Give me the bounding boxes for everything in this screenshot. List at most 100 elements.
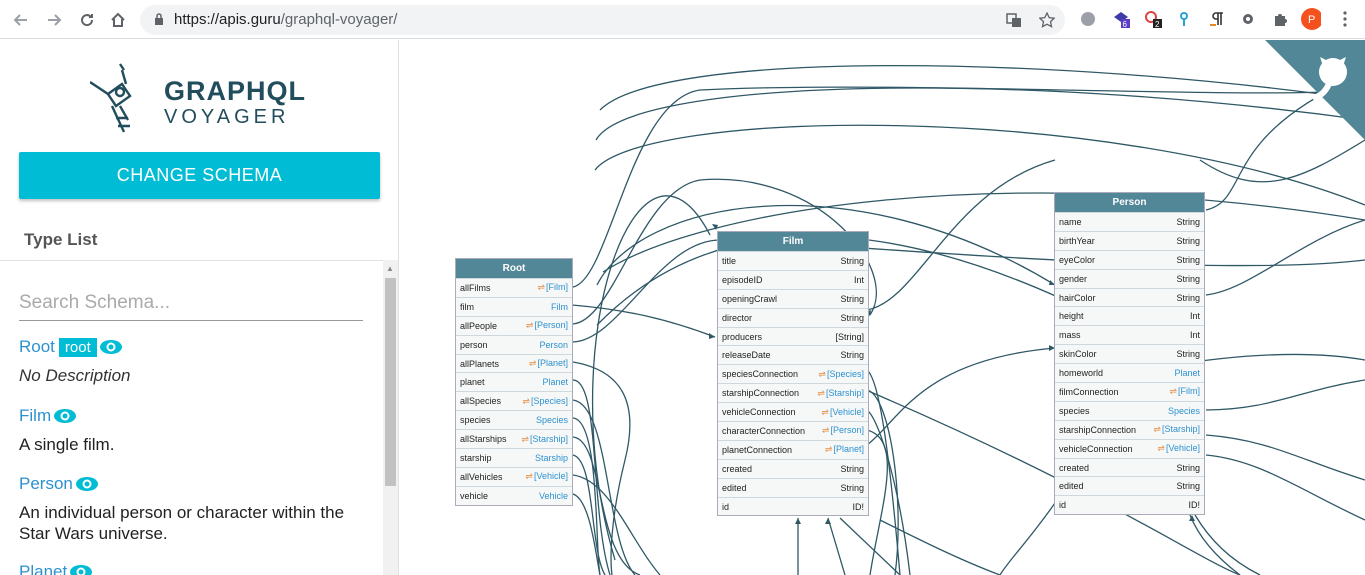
eye-icon[interactable] xyxy=(75,476,99,492)
field-type[interactable]: ⇌[Person] xyxy=(822,425,864,436)
field-row[interactable]: speciesConnection ⇌[Species] xyxy=(718,364,868,383)
field-type[interactable]: ⇌[Vehicle] xyxy=(525,471,568,482)
extension-puzzle-red-icon[interactable]: 2 xyxy=(1143,9,1163,29)
field-row[interactable]: edited String xyxy=(718,477,868,497)
field-row[interactable]: skinColor String xyxy=(1055,344,1204,363)
field-row[interactable]: mass Int xyxy=(1055,325,1204,344)
field-row[interactable]: hairColor String xyxy=(1055,287,1204,307)
scroll-up-icon[interactable]: ▲ xyxy=(386,264,394,273)
field-type[interactable]: ⇌[Film] xyxy=(1169,386,1200,397)
field-type[interactable]: ⇌[Planet] xyxy=(529,358,568,369)
field-row[interactable]: species Species xyxy=(1055,400,1204,420)
field-type[interactable]: ⇌[Planet] xyxy=(825,444,864,455)
field-type[interactable]: Film xyxy=(551,302,568,312)
field-row[interactable]: edited String xyxy=(1055,476,1204,495)
field-row[interactable]: episodeID Int xyxy=(718,269,868,289)
field-row[interactable]: species Species xyxy=(456,410,572,429)
extension-circle-icon[interactable] xyxy=(1078,9,1098,29)
type-name[interactable]: Person xyxy=(19,474,73,494)
type-name[interactable]: Planet xyxy=(19,562,67,575)
field-row[interactable]: allSpecies ⇌[Species] xyxy=(456,391,572,410)
field-row[interactable]: created String xyxy=(718,458,868,478)
field-type[interactable]: Planet xyxy=(1174,368,1200,378)
home-icon[interactable] xyxy=(106,8,130,32)
field-row[interactable]: height Int xyxy=(1055,306,1204,325)
type-item-root[interactable]: Root root No Description xyxy=(19,337,369,386)
field-row[interactable]: allPlanets ⇌[Planet] xyxy=(456,353,572,373)
field-row[interactable]: vehicle Vehicle xyxy=(456,485,572,505)
address-bar[interactable]: https://apis.guru/graphql-voyager/ xyxy=(140,5,1065,35)
search-schema-input[interactable] xyxy=(19,285,363,321)
extension-layers-icon[interactable]: 6 xyxy=(1111,9,1131,29)
field-type[interactable]: ⇌[Film] xyxy=(537,282,568,293)
field-type[interactable]: ⇌[Species] xyxy=(522,396,568,407)
field-type[interactable]: Person xyxy=(539,340,568,350)
extensions-puzzle-icon[interactable] xyxy=(1270,9,1290,29)
field-type[interactable]: Planet xyxy=(542,377,568,387)
forward-icon[interactable] xyxy=(42,8,66,32)
field-row[interactable]: planetConnection ⇌[Planet] xyxy=(718,439,868,459)
field-row[interactable]: starshipConnection ⇌[Starship] xyxy=(1055,419,1204,439)
field-type[interactable]: Vehicle xyxy=(539,491,568,501)
field-row[interactable]: film Film xyxy=(456,296,572,316)
field-row[interactable]: vehicleConnection ⇌[Vehicle] xyxy=(1055,438,1204,458)
field-row[interactable]: filmConnection ⇌[Film] xyxy=(1055,382,1204,401)
field-type[interactable]: ⇌[Starship] xyxy=(1153,424,1200,435)
field-row[interactable]: starshipConnection ⇌[Starship] xyxy=(718,383,868,402)
eye-icon[interactable] xyxy=(99,339,123,355)
eye-icon[interactable] xyxy=(53,408,77,424)
field-row[interactable]: openingCrawl String xyxy=(718,288,868,308)
type-name[interactable]: Film xyxy=(19,406,51,426)
field-row[interactable]: birthYear String xyxy=(1055,230,1204,250)
field-row[interactable]: starship Starship xyxy=(456,448,572,467)
field-row[interactable]: allStarships ⇌[Starship] xyxy=(456,429,572,448)
field-type[interactable]: Starship xyxy=(535,453,568,463)
field-row[interactable]: allFilms ⇌[Film] xyxy=(456,278,572,297)
graph-canvas[interactable]: Root allFilms ⇌[Film] film Film allPeople ⇌[P… xyxy=(400,40,1365,575)
field-row[interactable]: characterConnection ⇌[Person] xyxy=(718,421,868,440)
type-name[interactable]: Root xyxy=(19,337,55,357)
field-row[interactable]: person Person xyxy=(456,334,572,354)
node-person[interactable]: Person name String birthYear String eyeColor… xyxy=(1054,192,1205,516)
change-schema-button[interactable]: CHANGE SCHEMA xyxy=(19,152,380,199)
field-type[interactable]: ⇌[Vehicle] xyxy=(1157,443,1200,454)
type-item-planet[interactable]: Planet xyxy=(19,562,93,575)
menu-kebab-icon[interactable] xyxy=(1335,9,1355,29)
field-row[interactable]: director String xyxy=(718,307,868,327)
field-type[interactable]: Species xyxy=(536,415,568,425)
field-row[interactable]: created String xyxy=(1055,457,1204,477)
sidebar-scrollbar[interactable]: ▲ xyxy=(383,260,398,575)
translate-icon[interactable] xyxy=(1006,12,1022,28)
field-row[interactable]: homeworld Planet xyxy=(1055,363,1204,382)
field-row[interactable]: name String xyxy=(1055,212,1204,231)
github-corner-icon[interactable] xyxy=(1265,40,1365,140)
extension-pilcrow-icon[interactable] xyxy=(1207,9,1227,29)
field-row[interactable]: releaseDate String xyxy=(718,345,868,364)
extension-gear-icon[interactable] xyxy=(1238,9,1258,29)
field-row[interactable]: producers [String] xyxy=(718,326,868,346)
field-row[interactable]: vehicleConnection ⇌[Vehicle] xyxy=(718,402,868,421)
field-row[interactable]: eyeColor String xyxy=(1055,249,1204,269)
eye-icon[interactable] xyxy=(69,564,93,575)
reload-icon[interactable] xyxy=(75,8,99,32)
field-type[interactable]: ⇌[Starship] xyxy=(521,434,568,445)
node-root[interactable]: Root allFilms ⇌[Film] film Film allPeople ⇌[P… xyxy=(455,258,573,506)
field-row[interactable]: gender String xyxy=(1055,268,1204,288)
field-type[interactable]: Species xyxy=(1168,406,1200,416)
node-film[interactable]: Film title String episodeID Int openingCrawl… xyxy=(717,231,869,517)
back-icon[interactable] xyxy=(9,8,33,32)
extension-pin-icon[interactable] xyxy=(1174,9,1194,29)
scrollbar-thumb[interactable] xyxy=(385,278,396,486)
field-row[interactable]: allVehicles ⇌[Vehicle] xyxy=(456,466,572,486)
bookmark-star-icon[interactable] xyxy=(1039,12,1055,28)
field-row[interactable]: title String xyxy=(718,251,868,270)
field-row[interactable]: planet Planet xyxy=(456,372,572,391)
field-type[interactable]: ⇌[Vehicle] xyxy=(821,407,864,418)
profile-avatar[interactable]: P xyxy=(1301,8,1321,30)
field-type[interactable]: ⇌[Person] xyxy=(526,320,568,331)
type-item-person[interactable]: Person An individual person or character… xyxy=(19,474,369,544)
field-row[interactable]: allPeople ⇌[Person] xyxy=(456,315,572,335)
type-item-film[interactable]: Film A single film. xyxy=(19,406,369,455)
field-type[interactable]: ⇌[Starship] xyxy=(817,388,864,399)
field-row[interactable]: id ID! xyxy=(1055,495,1204,514)
